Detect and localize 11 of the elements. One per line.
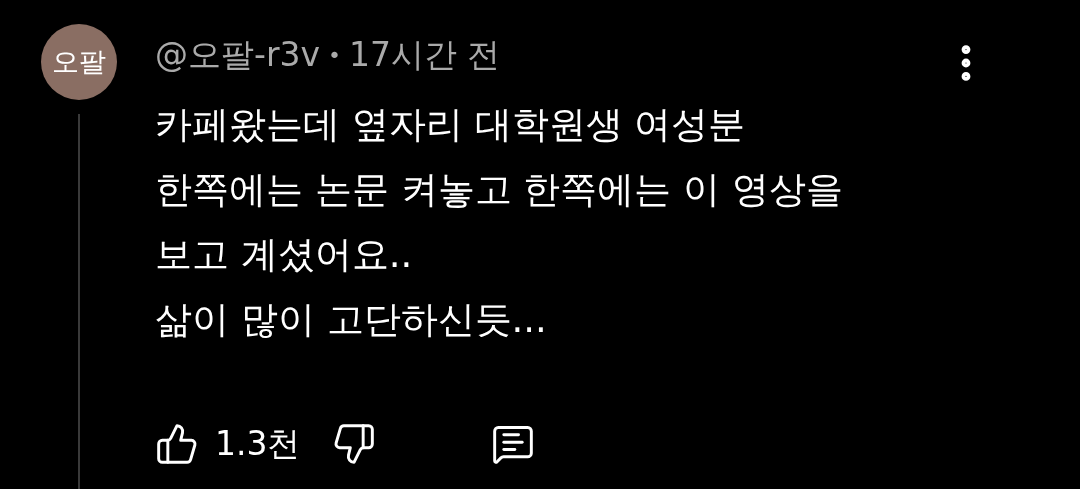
thumbs-up-icon — [155, 422, 199, 466]
comment-text: 한쪽에는 논문 켜놓고 한쪽에는 이 영상을 — [155, 167, 844, 213]
timestamp: 17시간 전 — [349, 34, 501, 77]
comment-text: 삶이 많이 고단하신듯... — [155, 297, 548, 343]
author-name[interactable]: @오팔-r3v — [155, 30, 320, 80]
comment-text: 보고 계셨어요.. — [155, 232, 414, 278]
separator: • — [328, 41, 341, 70]
comment-text: 카페왔는데 옆자리 대학원생 여성분 — [155, 102, 747, 148]
like-button[interactable]: 1.3천 — [155, 419, 301, 469]
dislike-button[interactable] — [332, 422, 377, 466]
avatar[interactable]: 오팔 — [40, 24, 117, 100]
